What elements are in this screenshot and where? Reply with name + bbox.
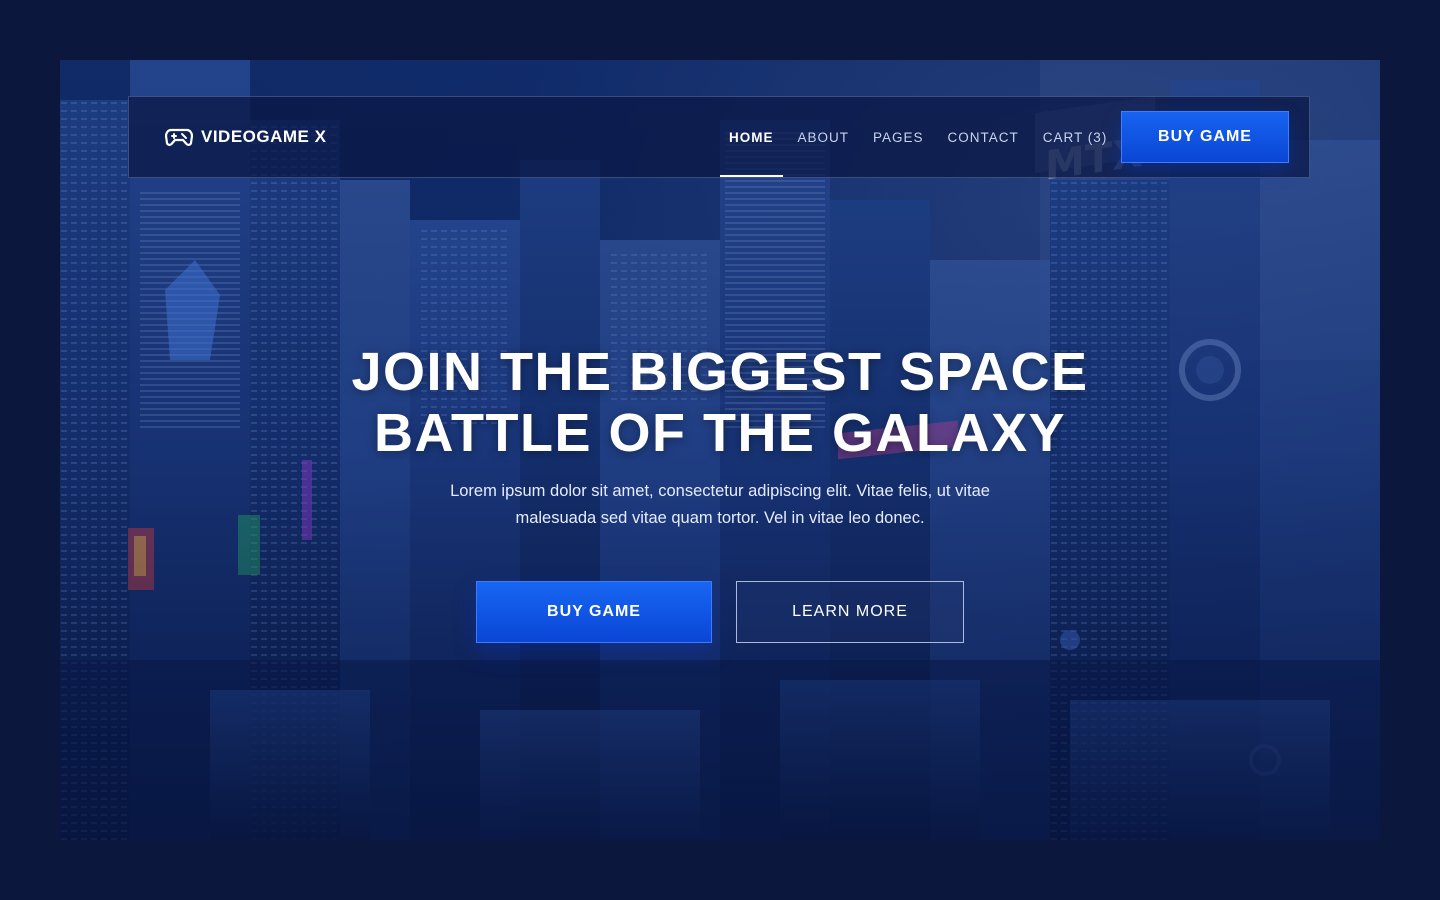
brand-name: VIDEOGAME X — [201, 127, 327, 146]
nav-buy-game-button[interactable]: BUY GAME — [1121, 111, 1289, 163]
nav-item-pages[interactable]: PAGES — [873, 97, 924, 177]
hero-learn-more-button[interactable]: LEARN MORE — [736, 581, 964, 643]
brand[interactable]: VIDEOGAME X — [164, 125, 327, 149]
hero-subtext-line-2: malesuada sed vitae quam tortor. Vel in … — [515, 509, 925, 527]
navbar: VIDEOGAME X HOME ABOUT PAGES CONTACT CAR… — [128, 96, 1310, 178]
hero-buy-game-button[interactable]: BUY GAME — [476, 581, 712, 643]
hero-subtext: Lorem ipsum dolor sit amet, consectetur … — [420, 478, 1020, 532]
nav-item-about[interactable]: ABOUT — [798, 97, 850, 177]
gamepad-icon — [164, 127, 194, 147]
hero-headline-line-2: BATTLE OF THE GALAXY — [374, 403, 1066, 463]
nav-item-contact[interactable]: CONTACT — [948, 97, 1019, 177]
hero-section: MTX VIDEOGAME X — [60, 60, 1380, 840]
main-nav: HOME ABOUT PAGES CONTACT CART (3) — [720, 97, 1131, 177]
hero-headline: JOIN THE BIGGEST SPACE BATTLE OF THE GAL… — [60, 342, 1380, 464]
hero-subtext-line-1: Lorem ipsum dolor sit amet, consectetur … — [450, 482, 990, 500]
nav-item-home[interactable]: HOME — [720, 97, 782, 177]
hero-headline-line-1: JOIN THE BIGGEST SPACE — [351, 342, 1089, 402]
nav-item-cart[interactable]: CART (3) — [1043, 97, 1108, 177]
